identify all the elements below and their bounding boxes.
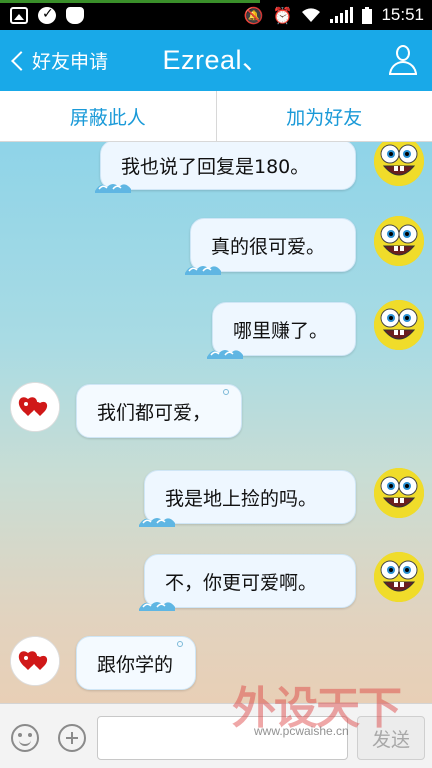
friend-avatar[interactable] [10, 636, 60, 686]
download-progress-bar [0, 0, 260, 3]
alarm-icon: ⏰ [272, 5, 293, 25]
plus-icon[interactable] [58, 724, 86, 752]
profile-button[interactable] [388, 45, 418, 77]
message-text: 不，你更可爱啊。 [165, 571, 318, 594]
self-avatar[interactable] [374, 216, 424, 266]
check-circle-icon [38, 6, 56, 24]
wave-decoration-icon [207, 350, 243, 359]
chat-message-list[interactable]: 我也说了回复是180。 真的很可爱。 哪里赚了。 我们都可爱， 我是地上捡的吗。… [0, 142, 432, 703]
message-text: 我也说了回复是180。 [121, 155, 310, 178]
wave-decoration-icon [139, 518, 175, 527]
status-bar: 🔕 ⏰ 15:51 [0, 0, 432, 30]
message-text: 我是地上捡的吗。 [165, 487, 318, 510]
message-bubble-received[interactable]: 我们都可爱， [76, 384, 242, 438]
heart-logo-icon [11, 383, 59, 431]
status-bar-system: 🔕 ⏰ 15:51 [244, 5, 424, 25]
message-input-bar: 发送 [0, 703, 432, 768]
sponge-face-icon [374, 216, 424, 266]
message-bubble-received[interactable]: 跟你学的 [76, 636, 196, 690]
gallery-icon [10, 7, 28, 24]
message-bubble-sent[interactable]: 不，你更可爱啊。 [139, 554, 356, 611]
status-time: 15:51 [381, 5, 424, 24]
sponge-face-icon [374, 300, 424, 350]
message-text: 我们都可爱， [97, 401, 212, 424]
message-text: 哪里赚了。 [233, 319, 329, 342]
chevron-left-icon [11, 50, 31, 71]
person-icon-head [396, 45, 410, 61]
message-bubble-sent[interactable]: 我也说了回复是180。 [95, 142, 356, 193]
person-icon [389, 61, 417, 75]
mute-icon: 🔕 [243, 5, 264, 25]
message-text: 跟你学的 [97, 653, 174, 676]
battery-icon [362, 6, 373, 24]
bubble-decoration-dot [177, 641, 183, 647]
signal-icon [330, 7, 354, 23]
message-bubble-sent[interactable]: 真的很可爱。 [185, 218, 356, 275]
self-avatar[interactable] [374, 468, 424, 518]
stranger-action-bar: 屏蔽此人 加为好友 [0, 91, 432, 142]
message-text: 真的很可爱。 [211, 235, 326, 258]
bubble-decoration-dot [223, 389, 229, 395]
sponge-face-icon [374, 468, 424, 518]
message-bubble-sent[interactable]: 哪里赚了。 [207, 302, 356, 359]
sponge-face-icon [374, 552, 424, 602]
wave-decoration-icon [185, 266, 221, 275]
wifi-icon [302, 8, 321, 22]
wave-decoration-icon [139, 602, 175, 611]
self-avatar[interactable] [374, 142, 424, 186]
block-user-button[interactable]: 屏蔽此人 [0, 91, 216, 141]
add-friend-button[interactable]: 加为好友 [217, 91, 432, 141]
title-bar: Ezreal、 好友申请 [0, 30, 432, 91]
self-avatar[interactable] [374, 552, 424, 602]
self-avatar[interactable] [374, 300, 424, 350]
send-button[interactable]: 发送 [357, 716, 425, 760]
back-button[interactable]: 好友申请 [8, 30, 108, 91]
back-label: 好友申请 [32, 51, 109, 73]
emoji-icon[interactable] [11, 724, 39, 752]
heart-logo-icon [11, 637, 59, 685]
message-bubble-sent[interactable]: 我是地上捡的吗。 [139, 470, 356, 527]
shield-icon [66, 7, 84, 24]
friend-avatar[interactable] [10, 382, 60, 432]
status-bar-notifications [10, 6, 84, 24]
wave-decoration-icon [95, 184, 131, 193]
sponge-face-icon [374, 142, 424, 186]
message-input[interactable] [97, 716, 348, 760]
